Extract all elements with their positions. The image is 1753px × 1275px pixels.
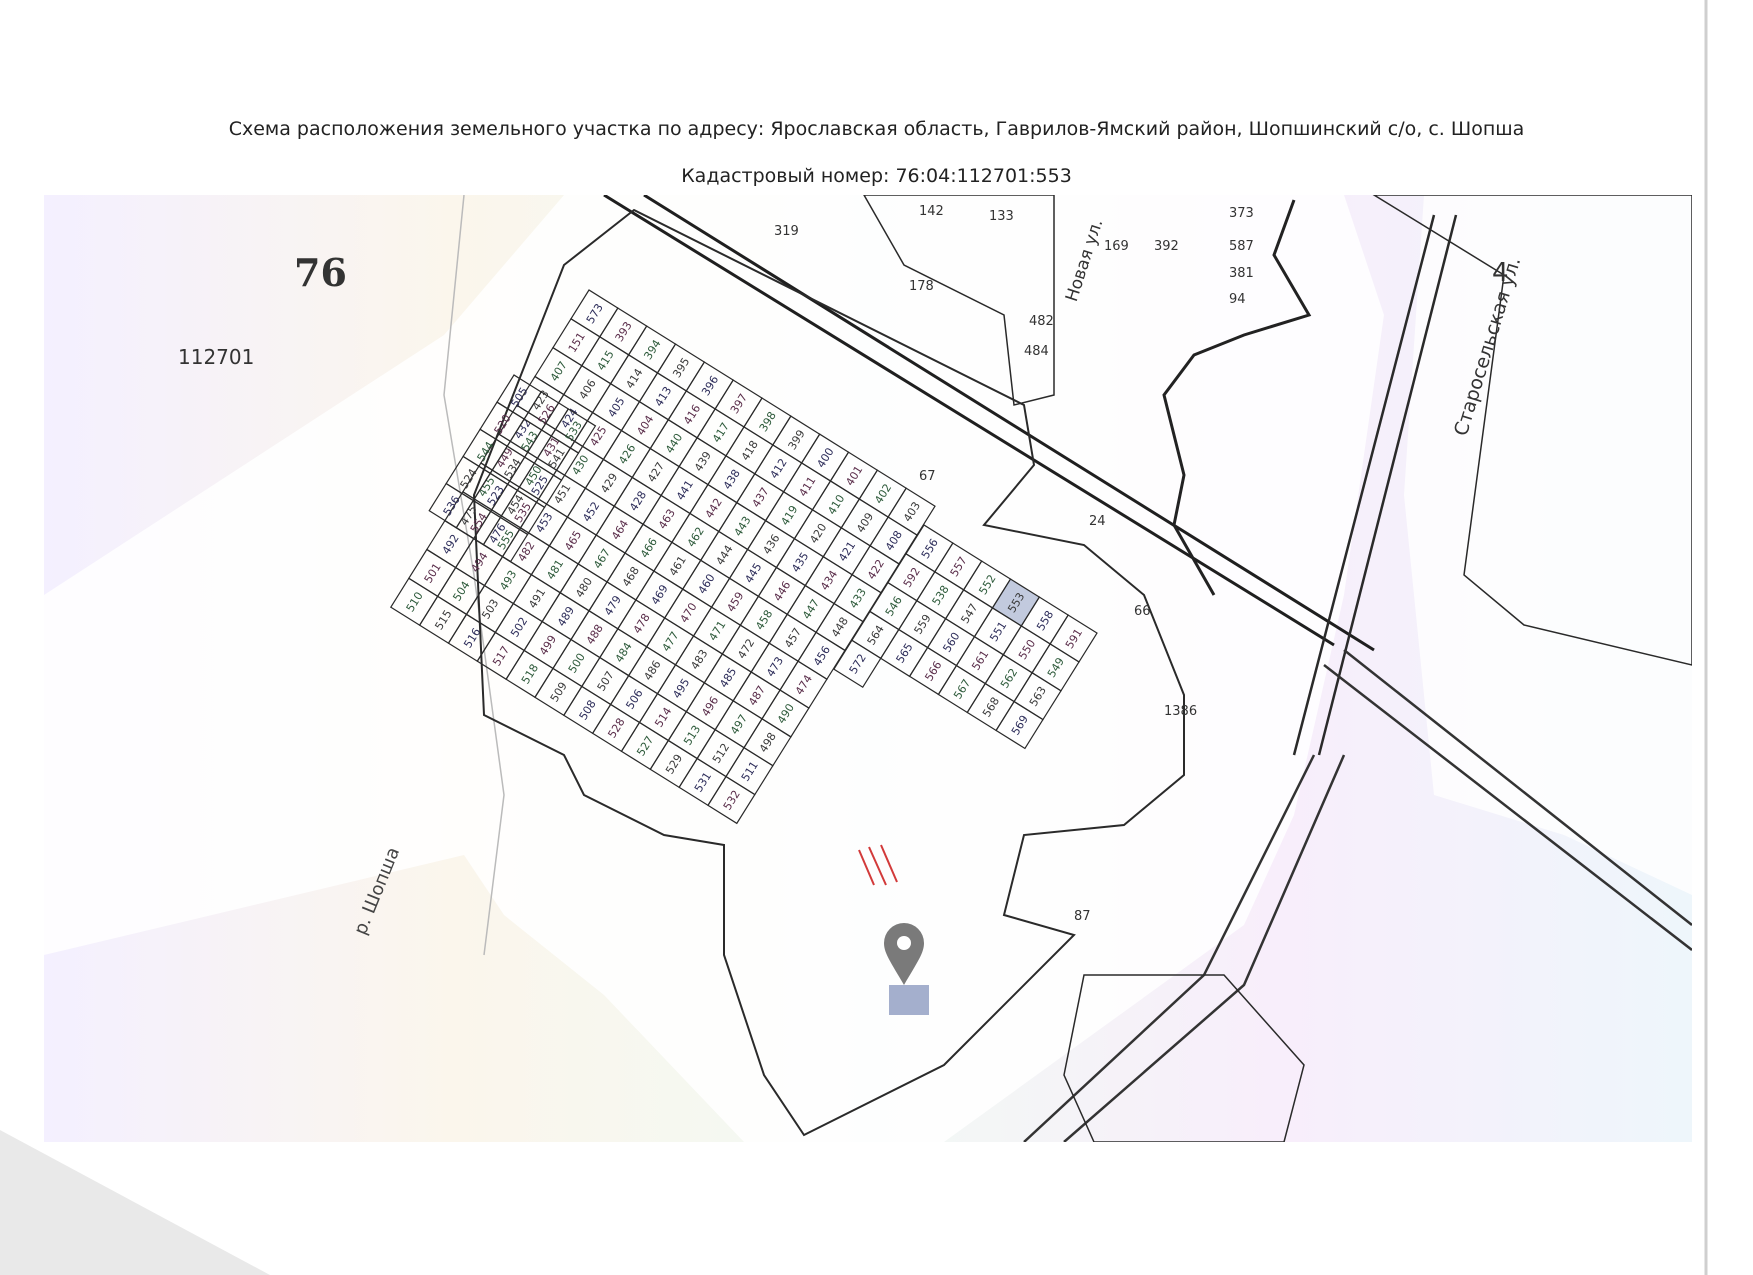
district-number: 76 bbox=[294, 250, 347, 295]
outside-parcel-373: 373 bbox=[1229, 206, 1254, 221]
outside-parcel-319: 319 bbox=[774, 224, 799, 239]
selected-parcel-highlight[interactable] bbox=[889, 985, 929, 1015]
outside-parcel-94: 94 bbox=[1229, 292, 1246, 307]
outside-parcel-482: 482 bbox=[1029, 314, 1054, 329]
outside-parcel-67: 67 bbox=[919, 469, 936, 484]
outside-parcel-169: 169 bbox=[1104, 239, 1129, 254]
outside-parcel-87: 87 bbox=[1074, 909, 1091, 924]
cadastral-number: Кадастровый номер: 76:04:112701:553 bbox=[681, 165, 1072, 187]
outside-parcel-178: 178 bbox=[909, 279, 934, 294]
white-zone-right bbox=[1404, 195, 1692, 895]
cadastral-map[interactable]: 573 393 394 395 396 397 398 399 400 401 402 403 151 4… bbox=[44, 195, 1692, 1142]
outside-parcel-1386: 1386 bbox=[1164, 704, 1197, 719]
outside-parcel-133: 133 bbox=[989, 209, 1014, 224]
map-canvas[interactable]: 5733933943953963973983994004014024031514… bbox=[44, 195, 1692, 1142]
outside-parcel-392: 392 bbox=[1154, 239, 1179, 254]
block-number: 112701 bbox=[178, 345, 255, 369]
outside-parcel-587: 587 bbox=[1229, 239, 1254, 254]
outside-parcel-484: 484 bbox=[1024, 344, 1049, 359]
outside-parcel-24: 24 bbox=[1089, 514, 1106, 529]
outside-parcel-170: 170 bbox=[1094, 195, 1119, 199]
map-title: Схема расположения земельного участка по… bbox=[228, 118, 1525, 140]
outside-parcel-381: 381 bbox=[1229, 266, 1254, 281]
outside-parcel-142: 142 bbox=[919, 204, 944, 219]
corner-digit: 4 bbox=[1492, 258, 1509, 288]
outside-parcel-66: 66 bbox=[1134, 604, 1151, 619]
